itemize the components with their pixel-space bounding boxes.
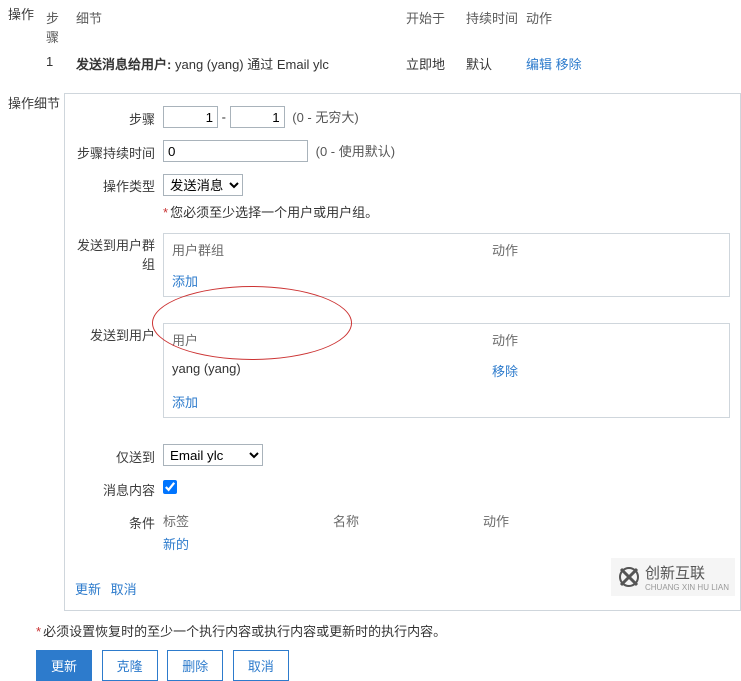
asterisk-icon: * [163, 205, 168, 220]
step-label: 步骤 [75, 107, 163, 128]
user-entry: yang (yang) [172, 361, 492, 380]
group-table: 用户群组 动作 添加 [163, 233, 730, 297]
th-dur: 持续时间 [462, 6, 522, 48]
dash: - [222, 110, 226, 125]
warn-text: 必须设置恢复时的至少一个执行内容或执行内容或更新时的执行内容。 [43, 624, 446, 639]
msg-label: 消息内容 [75, 478, 163, 499]
step-to-input[interactable] [230, 106, 285, 128]
details-label: 操作细节 [8, 93, 60, 112]
logo-text-cn: 创新互联 [645, 565, 705, 582]
edit-link[interactable]: 编辑 [526, 57, 552, 72]
detail-label: 发送消息给用户: [76, 57, 171, 72]
group-col-main: 用户群组 [172, 240, 492, 259]
logo-icon [617, 565, 641, 589]
stepdur-input[interactable] [163, 140, 308, 162]
ops-row: 1 发送消息给用户: yang (yang) 通过 Email ylc 立即地 … [42, 50, 741, 77]
stepdur-label: 步骤持续时间 [75, 141, 163, 162]
group-add-link[interactable]: 添加 [172, 271, 198, 290]
operations-label: 操作 [8, 4, 34, 77]
group-label: 发送到用户群组 [75, 233, 163, 273]
step-hint: (0 - 无穷大) [292, 110, 358, 125]
user-remove-link[interactable]: 移除 [492, 364, 518, 379]
ops-header: 步骤 细节 开始于 持续时间 动作 [42, 4, 741, 50]
th-action: 动作 [522, 6, 612, 48]
td-start: 立即地 [402, 52, 462, 75]
step-from-input[interactable] [163, 106, 218, 128]
cond-col-name: 名称 [333, 511, 483, 530]
group-col-act: 动作 [492, 240, 592, 259]
user-add-link[interactable]: 添加 [172, 392, 198, 411]
logo-text-py: CHUANG XIN HU LIAN [645, 583, 729, 592]
td-step: 1 [42, 52, 72, 75]
user-col-act: 动作 [492, 330, 592, 349]
cond-new-link[interactable]: 新的 [163, 534, 189, 553]
sendto-label: 仅送到 [75, 445, 163, 466]
asterisk-icon: * [36, 624, 41, 639]
clone-button[interactable]: 克隆 [102, 650, 158, 681]
detail-update-link[interactable]: 更新 [75, 582, 101, 597]
th-step: 步骤 [42, 6, 72, 48]
msg-checkbox[interactable] [163, 480, 177, 494]
brand-logo: 创新互联 CHUANG XIN HU LIAN [611, 558, 735, 596]
th-start: 开始于 [402, 6, 462, 48]
td-dur: 默认 [462, 52, 522, 75]
th-detail: 细节 [72, 6, 402, 48]
cond-label: 条件 [75, 511, 163, 532]
user-table: 用户 动作 yang (yang) 移除 添加 [163, 323, 730, 418]
user-label: 发送到用户 [75, 323, 163, 344]
detail-cancel-link[interactable]: 取消 [111, 582, 137, 597]
user-col-main: 用户 [172, 330, 492, 349]
cond-col-tag: 标签 [163, 511, 333, 530]
cond-col-act: 动作 [483, 511, 583, 530]
optype-label: 操作类型 [75, 174, 163, 195]
validation-text: 您必须至少选择一个用户或用户组。 [170, 205, 378, 220]
stepdur-hint: (0 - 使用默认) [316, 144, 395, 159]
detail-value: yang (yang) 通过 Email ylc [175, 57, 329, 72]
sendto-select[interactable]: Email ylc [163, 444, 263, 466]
td-detail: 发送消息给用户: yang (yang) 通过 Email ylc [72, 52, 402, 75]
remove-link[interactable]: 移除 [556, 57, 582, 72]
cancel-button[interactable]: 取消 [233, 650, 289, 681]
update-button[interactable]: 更新 [36, 650, 92, 681]
delete-button[interactable]: 删除 [167, 650, 223, 681]
optype-select[interactable]: 发送消息 [163, 174, 243, 196]
cond-table: 标签 名称 动作 新的 [163, 511, 730, 553]
